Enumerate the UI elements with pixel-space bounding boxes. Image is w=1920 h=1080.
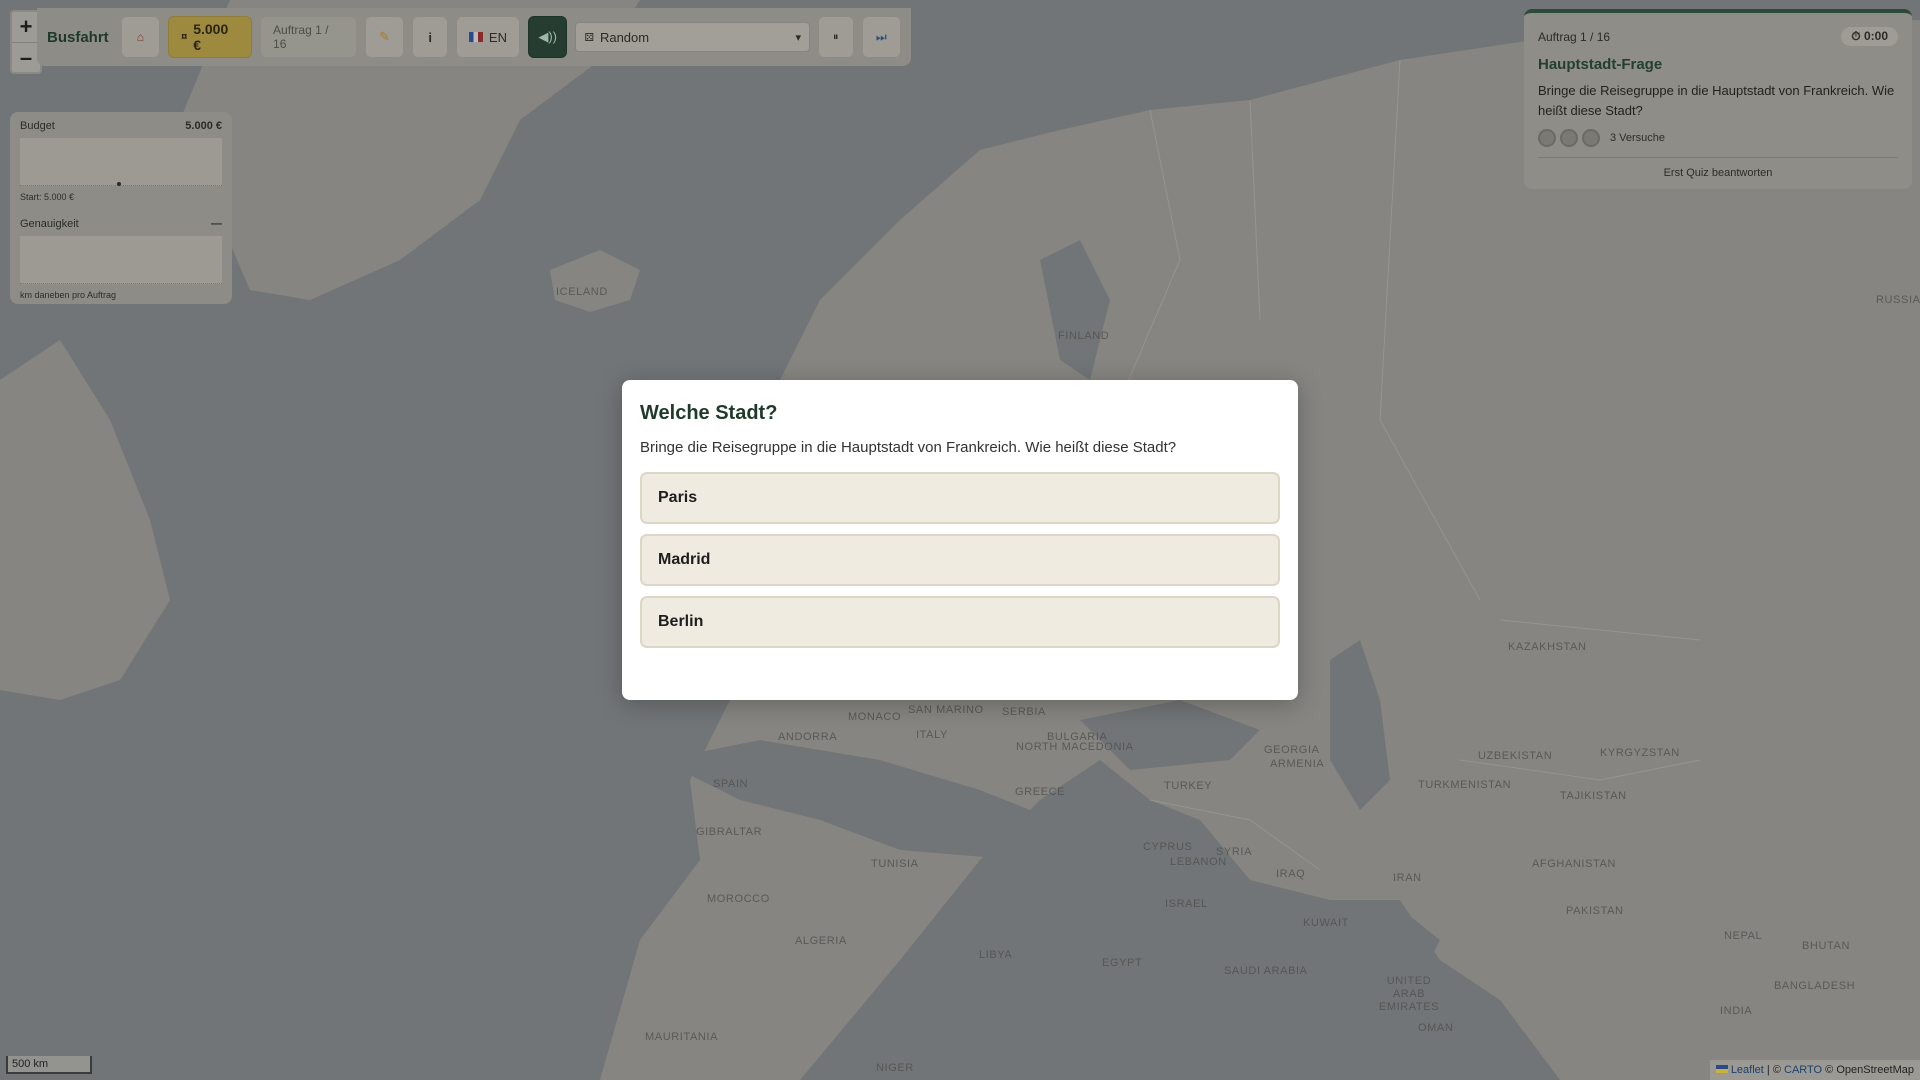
map-attribution: Leaflet | © CARTO © OpenStreetMap <box>1709 1060 1920 1080</box>
mission-card: Auftrag 1 / 16 ⏱ 0:00 Hauptstadt-Frage B… <box>1524 9 1912 189</box>
money-value: 5.000 € <box>193 21 229 53</box>
zoom-out-button[interactable]: – <box>12 42 40 72</box>
budget-chart-point <box>117 182 121 186</box>
budget-header: Budget 5.000 € <box>20 120 222 132</box>
quiz-question: Bringe die Reisegruppe in die Hauptstadt… <box>640 439 1177 456</box>
pause-button[interactable]: ⏸ <box>818 16 854 58</box>
budget-start: Start: 5.000 € <box>20 192 75 202</box>
skip-button[interactable]: ⏭ <box>861 16 901 58</box>
answer-button-paris[interactable]: Paris <box>640 472 1280 524</box>
home-icon: ⌂ <box>136 30 144 44</box>
stats-panel: Budget 5.000 € Start: 5.000 € Genauigkei… <box>10 112 232 304</box>
ticket-button[interactable]: ✎ <box>365 16 405 58</box>
budget-value: 5.000 € <box>185 120 222 132</box>
zoom-in-button[interactable]: + <box>12 12 40 42</box>
quiz-modal: Welche Stadt? Bringe die Reisegruppe in … <box>622 380 1298 700</box>
dice-icon: ⚄ <box>584 31 594 44</box>
osm-attribution: © OpenStreetMap <box>1825 1064 1914 1076</box>
quiz-title: Welche Stadt? <box>640 402 778 424</box>
home-button[interactable]: ⌂ <box>120 16 161 58</box>
speaker-icon: ◀)) <box>538 29 557 44</box>
attempts-indicator: 3 Versuche <box>1538 129 1898 147</box>
answer-button-berlin[interactable]: Berlin <box>640 596 1280 648</box>
map-scale: 500 km <box>6 1056 92 1074</box>
mode-select-value: Random <box>599 29 650 45</box>
flag-icon <box>468 32 483 42</box>
money-display[interactable]: ¤ 5.000 € <box>168 16 253 58</box>
budget-label: Budget <box>20 120 55 132</box>
top-toolbar: Busfahrt ⌂ ¤ 5.000 € Auftrag 1 / 16 ✎ i … <box>37 8 911 66</box>
attempt-dot <box>1582 129 1600 147</box>
language-label: EN <box>488 29 507 45</box>
timer-badge: ⏱ 0:00 <box>1841 27 1898 46</box>
mission-text: Bringe die Reisegruppe in die Hauptstadt… <box>1538 83 1895 118</box>
sound-toggle-button[interactable]: ◀)) <box>527 16 568 58</box>
attempts-label: 3 Versuche <box>1610 132 1666 144</box>
attempt-dot <box>1538 129 1556 147</box>
mission-footer: Erst Quiz beantworten <box>1538 157 1898 179</box>
leaflet-link[interactable]: Leaflet <box>1731 1064 1764 1076</box>
attribution-separator: | <box>1766 1064 1770 1076</box>
accuracy-subtitle: km daneben pro Auftrag <box>20 290 117 300</box>
money-bag-icon: ¤ <box>181 31 188 43</box>
accuracy-chart <box>20 236 222 284</box>
accuracy-header: Genauigkeit — <box>20 218 222 230</box>
ticket-icon: ✎ <box>379 29 391 44</box>
language-button[interactable]: EN <box>455 16 520 58</box>
budget-chart <box>20 138 222 186</box>
mission-title: Hauptstadt-Frage <box>1538 56 1663 73</box>
accuracy-value: — <box>211 218 222 230</box>
attempt-dot <box>1560 129 1578 147</box>
answer-button-madrid[interactable]: Madrid <box>640 534 1280 586</box>
info-button[interactable]: i <box>412 16 448 58</box>
accuracy-label: Genauigkeit <box>20 218 79 230</box>
copyright-symbol: © <box>1772 1064 1781 1076</box>
carto-link[interactable]: CARTO <box>1784 1064 1822 1076</box>
flag-icon <box>1715 1065 1728 1073</box>
app-title: Busfahrt <box>47 28 109 46</box>
mode-select[interactable]: ⚄ Random ▾ <box>575 22 811 52</box>
chevron-down-icon: ▾ <box>795 31 802 44</box>
mission-card-counter: Auftrag 1 / 16 <box>1538 29 1611 44</box>
mission-counter: Auftrag 1 / 16 <box>260 16 357 58</box>
